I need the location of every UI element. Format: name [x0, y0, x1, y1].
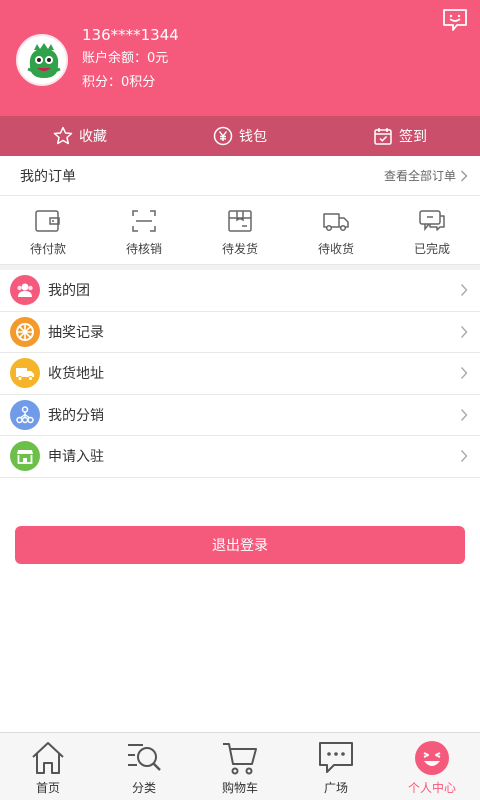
menu-item-label: 申请入驻: [48, 449, 104, 466]
menu-list: 我的团 抽奖记录 收货地址 我的分销 申请入驻: [0, 270, 480, 478]
delivery-truck-icon: [10, 358, 40, 389]
orders-header: 我的订单 查看全部订单: [0, 156, 480, 196]
chevron-right-icon: [460, 450, 468, 463]
tab-plaza[interactable]: 广场: [288, 733, 384, 800]
avatar[interactable]: [16, 34, 68, 86]
menu-item-apply-join[interactable]: 申请入驻: [0, 436, 480, 478]
bottom-tab-bar: 首页 分类 购物车 广场 个人中心: [0, 732, 480, 800]
tab-profile[interactable]: 个人中心: [384, 733, 480, 800]
order-pending-receive[interactable]: 待收货: [288, 196, 384, 264]
tab-plaza-label: 广场: [323, 781, 348, 795]
user-info: 136****1344 账户余额：0元 积分：0积分: [82, 24, 179, 94]
chevron-right-icon: [461, 170, 468, 181]
group-icon: [10, 275, 40, 306]
monster-avatar-icon: [18, 36, 66, 84]
chevron-right-icon: [460, 408, 468, 421]
chevron-right-icon: [460, 325, 468, 338]
cart-icon: [223, 743, 257, 775]
network-tree-icon: [10, 399, 40, 430]
profile-header: 136****1344 账户余额：0元 积分：0积分: [0, 0, 480, 116]
quick-actions-bar: 收藏 钱包 签到: [0, 116, 480, 156]
orders-title: 我的订单: [20, 168, 76, 185]
signin-label: 签到: [399, 129, 427, 145]
account-balance: 账户余额：0元: [82, 51, 169, 66]
chat-smile-icon: [443, 9, 467, 31]
menu-item-label: 我的分销: [48, 407, 104, 424]
menu-item-my-distribution[interactable]: 我的分销: [0, 395, 480, 436]
message-button[interactable]: [442, 8, 468, 32]
menu-item-lottery-record[interactable]: 抽奖记录: [0, 312, 480, 353]
chat-bubbles-icon: [419, 210, 445, 232]
tab-profile-label: 个人中心: [407, 781, 456, 795]
order-pending-ship-label: 待发货: [221, 242, 258, 256]
home-icon: [32, 742, 64, 774]
menu-item-label: 抽奖记录: [48, 324, 104, 341]
tab-cart-label: 购物车: [221, 781, 258, 795]
tab-category-label: 分类: [131, 781, 156, 795]
tab-cart[interactable]: 购物车: [192, 733, 288, 800]
order-status-row: 待付款 待核销 待发货 待收货 已完成: [0, 196, 480, 264]
wallet-button[interactable]: 钱包: [160, 116, 320, 156]
order-pending-ship[interactable]: 待发货: [192, 196, 288, 264]
shop-icon: [10, 441, 40, 472]
chevron-right-icon: [460, 367, 468, 380]
view-all-orders-link[interactable]: 查看全部订单: [384, 167, 468, 184]
order-pending-verify-label: 待核销: [125, 242, 162, 256]
wheel-icon: [10, 316, 40, 347]
chat-dots-icon: [319, 742, 353, 773]
signin-button[interactable]: 签到: [320, 116, 480, 156]
wallet-icon: [35, 210, 60, 232]
order-pending-payment[interactable]: 待付款: [0, 196, 96, 264]
view-all-orders-label: 查看全部订单: [383, 169, 456, 183]
category-search-icon: [128, 744, 161, 771]
favorite-button[interactable]: 收藏: [0, 116, 160, 156]
tab-home[interactable]: 首页: [0, 733, 96, 800]
chevron-right-icon: [460, 284, 468, 297]
truck-icon: [323, 213, 349, 232]
order-completed-label: 已完成: [413, 242, 450, 256]
wallet-label: 钱包: [239, 129, 267, 145]
tab-home-label: 首页: [35, 781, 60, 795]
smiley-face-icon: [415, 741, 449, 775]
points: 积分：0积分: [82, 75, 156, 90]
menu-item-my-group[interactable]: 我的团: [0, 270, 480, 312]
calendar-check-icon: [374, 128, 392, 145]
menu-item-label: 收货地址: [48, 366, 104, 383]
tab-category[interactable]: 分类: [96, 733, 192, 800]
package-icon: [228, 210, 252, 232]
menu-item-shipping-address[interactable]: 收货地址: [0, 353, 480, 395]
order-pending-payment-label: 待付款: [29, 242, 66, 256]
menu-item-label: 我的团: [48, 283, 90, 300]
logout-button[interactable]: 退出登录: [15, 526, 465, 564]
yen-coin-icon: [213, 126, 233, 146]
favorite-label: 收藏: [79, 129, 107, 145]
scan-icon: [132, 210, 156, 232]
star-icon: [53, 126, 73, 145]
order-completed[interactable]: 已完成: [384, 196, 480, 264]
order-pending-receive-label: 待收货: [317, 242, 354, 256]
order-pending-verify[interactable]: 待核销: [96, 196, 192, 264]
phone-number: 136****1344: [82, 26, 179, 44]
